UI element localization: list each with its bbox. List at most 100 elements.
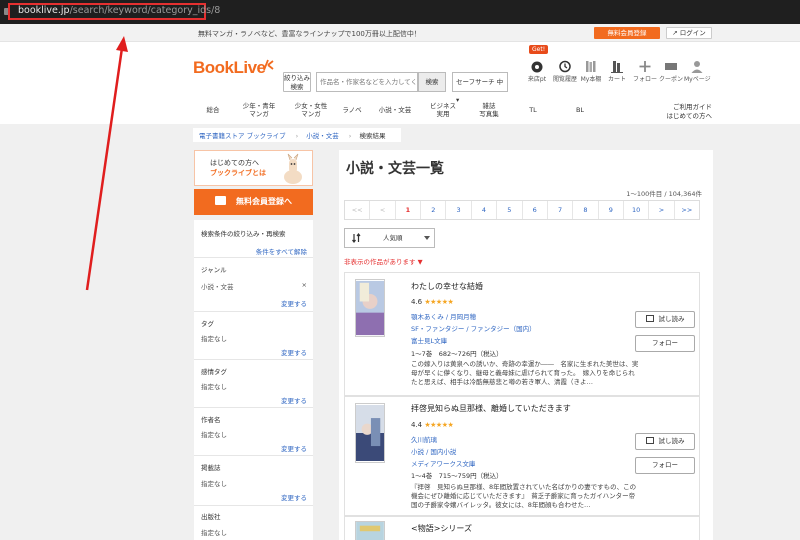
safe-search-select[interactable]: セーフサーチ 中 ▾ [452, 72, 508, 104]
page-6[interactable]: 6 [523, 201, 548, 219]
trial-read-button[interactable]: 試し読み [635, 433, 695, 450]
remove-genre-icon[interactable]: × [302, 281, 307, 289]
item-title[interactable]: <物語>シリーズ [411, 523, 472, 534]
category-shonen[interactable]: 少年・青年 マンガ [233, 99, 285, 121]
page-3[interactable]: 3 [446, 201, 472, 219]
history-button[interactable]: 閲覧履歴 [552, 60, 578, 83]
register-sidebar-button[interactable]: 無料会員登録へ [194, 189, 313, 215]
change-author-link[interactable]: 変更する [281, 443, 307, 453]
item-title[interactable]: 拝啓見知らぬ旦那様、離婚していただきます [411, 403, 571, 414]
refine-search-button[interactable]: 絞り込み 検索 [283, 72, 311, 92]
filter-magazine: 掲載誌 指定なし 変更する [194, 458, 313, 506]
first-time-banner[interactable]: はじめての方へ ブックライブとは [194, 150, 313, 186]
category-tl[interactable]: TL [515, 99, 551, 121]
category-ranobe[interactable]: ラノベ [337, 99, 367, 121]
change-tag-link[interactable]: 変更する [281, 347, 307, 357]
filter-emotion-value: 指定なし [201, 383, 227, 391]
bookshelf-button[interactable]: My本棚 [578, 60, 604, 83]
item-volumes-price: 1〜4巻 715〜759円（税込） [411, 472, 503, 480]
browser-address-bar: booklive.jp/search/keyword/category_ids/… [0, 0, 800, 24]
page-5[interactable]: 5 [497, 201, 523, 219]
filter-author: 作者名 指定なし 変更する [194, 410, 313, 456]
banner-line-2: ブックライブとは [210, 169, 266, 177]
page-8[interactable]: 8 [573, 201, 599, 219]
trial-read-button[interactable]: 試し読み [635, 311, 695, 328]
search-input[interactable] [316, 72, 418, 92]
item-genre[interactable]: SF・ファンタジー / ファンタジー（国内） [411, 323, 536, 333]
filter-conditions-title: 検索条件の絞り込み・再検索 [201, 230, 286, 238]
sort-icon [352, 233, 361, 243]
clear-all-link[interactable]: 条件をすべて解除 [256, 246, 307, 256]
filter-tag-value: 指定なし [201, 335, 227, 343]
book-cover[interactable] [355, 403, 385, 463]
change-emotion-link[interactable]: 変更する [281, 395, 307, 405]
filter-conditions: 検索条件の絞り込み・再検索 条件をすべて解除 [194, 220, 313, 258]
follow-item-button[interactable]: フォロー [635, 335, 695, 352]
item-label[interactable]: 富士見L文庫 [411, 335, 447, 345]
coupon-icon [665, 63, 677, 70]
category-nav: 総合 少年・青年 マンガ 少女・女性 マンガ ラノベ 小説・文芸 ビジネス 実用 雑誌… [193, 99, 713, 121]
item-label[interactable]: メディアワークス文庫 [411, 458, 475, 468]
hidden-items-toggle[interactable]: 非表示の作品があります ▼ [344, 256, 423, 266]
page-next[interactable]: > [649, 201, 675, 219]
book-icon [215, 196, 226, 205]
page-10[interactable]: 10 [624, 201, 650, 219]
follow-button[interactable]: フォロー [632, 60, 658, 83]
item-title[interactable]: わたしの幸せな結婚 [411, 281, 483, 292]
item-authors[interactable]: 久川航璃 [411, 434, 437, 444]
filter-tag-title: タグ [201, 320, 214, 328]
history-icon [559, 60, 571, 73]
book-cover[interactable] [355, 521, 385, 540]
item-description: 『拝啓 見知らぬ旦那様、8年間放置されていた名ばかりの妻ですもの、この機会にぜひ… [411, 483, 637, 509]
book-cover[interactable] [355, 279, 385, 337]
category-business[interactable]: ビジネス 実用 [423, 99, 463, 121]
login-button[interactable]: ↗ ログイン [666, 27, 712, 39]
filter-sidebar: 検索条件の絞り込み・再検索 条件をすべて解除 ジャンル 小説・文芸 × 変更する… [194, 220, 313, 540]
item-genre[interactable]: 小説 / 国内小説 [411, 446, 456, 456]
page-prev[interactable]: < [370, 201, 396, 219]
category-bl[interactable]: BL [565, 99, 595, 121]
url-field[interactable]: booklive.jp/search/keyword/category_ids/… [18, 5, 220, 16]
rating-stars: ★★★★★ [424, 421, 454, 429]
breadcrumb-category[interactable]: 小説・文芸 [306, 132, 339, 140]
help-guide-link[interactable]: ご利用ガイド はじめての方へ [664, 103, 713, 121]
page-last[interactable]: >> [675, 201, 699, 219]
category-shojo[interactable]: 少女・女性 マンガ [285, 99, 337, 121]
page-7[interactable]: 7 [548, 201, 574, 219]
filter-publisher-value: 指定なし [201, 529, 227, 537]
change-genre-link[interactable]: 変更する [281, 298, 307, 308]
page-4[interactable]: 4 [472, 201, 498, 219]
category-magazine[interactable]: 雑誌 写真集 [465, 99, 513, 121]
follow-item-button[interactable]: フォロー [635, 457, 695, 474]
breadcrumb-home[interactable]: 電子書籍ストア ブックライブ [199, 132, 286, 140]
page-2[interactable]: 2 [421, 201, 447, 219]
filter-emotion-title: 感情タグ [201, 368, 227, 376]
page-first[interactable]: << [345, 201, 371, 219]
change-magazine-link[interactable]: 変更する [281, 492, 307, 502]
top-strip: 無料マンガ・ラノベなど、豊富なラインナップで100万冊以上配信中！ 無料会員登録… [0, 24, 800, 42]
category-sougou[interactable]: 総合 [193, 99, 233, 121]
promo-text: 無料マンガ・ラノベなど、豊富なラインナップで100万冊以上配信中！ [198, 30, 421, 38]
sort-select[interactable]: 人気順 [344, 228, 435, 248]
item-authors[interactable]: 顎木あくみ / 月岡月穂 [411, 311, 476, 321]
mypage-button[interactable]: Myページ [684, 60, 711, 83]
filter-publisher: 出版社 指定なし [194, 508, 313, 540]
coupon-button[interactable]: クーポン [658, 60, 684, 83]
filter-publisher-title: 出版社 [201, 513, 221, 521]
cart-button[interactable]: カート [604, 60, 630, 83]
visit-points-button[interactable]: 来店pt [524, 60, 550, 83]
site-logo[interactable]: BookLive [193, 58, 266, 78]
filter-genre-value: 小説・文芸 [201, 283, 234, 291]
item-description: この嫁入りは黄泉への誘いか、奇跡の幸運か―― 名家に生まれた美世は、実母が早くに… [411, 360, 639, 386]
search-button[interactable]: 検索 [418, 72, 446, 92]
page-title: 小説・文芸一覧 [346, 161, 444, 177]
filter-genre: ジャンル 小説・文芸 × 変更する [194, 260, 313, 312]
result-item: <物語>シリーズ [344, 516, 700, 540]
page-9[interactable]: 9 [599, 201, 624, 219]
register-top-button[interactable]: 無料会員登録 [594, 27, 660, 39]
category-novel[interactable]: 小説・文芸 [367, 99, 423, 121]
filter-genre-title: ジャンル [201, 266, 227, 274]
item-rating: 4.6 ★★★★★ [411, 298, 454, 306]
page-1[interactable]: 1 [396, 201, 422, 219]
item-rating: 4.4 ★★★★★ [411, 421, 454, 429]
